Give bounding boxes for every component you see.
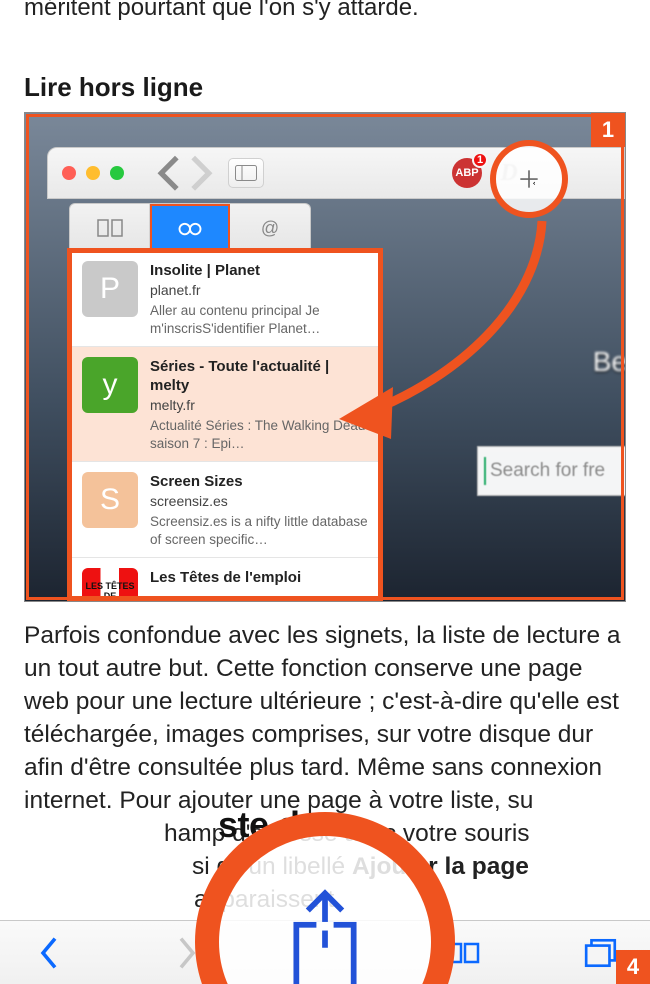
reading-list-panel: P Insolite | Planet planet.fr Aller au cont… [69, 251, 381, 599]
reading-list-item-title: Insolite | Planet [150, 261, 368, 280]
safari-toolbar: ABP 1 D [47, 147, 625, 199]
plus-icon[interactable] [516, 166, 542, 192]
reading-list-thumbnail: P [82, 261, 138, 317]
search-placeholder-text: Search for fre [490, 460, 605, 482]
reading-list-thumbnail: y [82, 357, 138, 413]
back-button[interactable] [156, 160, 182, 186]
adblock-label: ABP [455, 167, 478, 179]
figure-badge-1: 1 [591, 113, 625, 147]
reading-list-tab[interactable] [150, 204, 230, 251]
reading-list-item[interactable]: LES TÊTES DE L'EMPLOI Les Têtes de l'empl… [70, 558, 380, 602]
adblock-icon[interactable]: ABP 1 [452, 158, 482, 188]
reading-list-item-excerpt: Screensiz.es is a nifty little database … [150, 513, 368, 549]
reading-list-thumbnail: S [82, 472, 138, 528]
sidebar-tabs: @ [69, 203, 311, 251]
shared-links-tab[interactable]: @ [230, 204, 310, 251]
close-window-button[interactable] [62, 166, 76, 180]
add-to-reading-list-highlight [490, 140, 568, 218]
reading-list-item-domain: screensiz.es [150, 493, 368, 509]
reading-list-item[interactable]: P Insolite | Planet planet.fr Aller au cont… [70, 251, 380, 347]
background-search-input[interactable]: Search for fre [477, 446, 626, 496]
reading-list-item-title: Séries - Toute l'actualité | melty [150, 357, 368, 395]
safari-window: ABP 1 D [47, 147, 625, 591]
sidebar-toggle-button[interactable] [228, 158, 264, 188]
figure-1: ABP 1 D [24, 112, 626, 602]
forward-button[interactable] [188, 160, 214, 186]
minimize-window-button[interactable] [86, 166, 100, 180]
adblock-badge: 1 [472, 152, 488, 168]
truncated-previous-paragraph: méritent pourtant que l'on s'y attarde. [24, 0, 626, 24]
zoom-window-button[interactable] [110, 166, 124, 180]
page-background-blurred: Be Search for fre [381, 251, 625, 591]
reading-list-item-domain: melty.fr [150, 397, 368, 413]
background-partial-word: Be [593, 346, 626, 378]
section-heading: Lire hors ligne [24, 72, 203, 103]
reading-list-item-excerpt: Actualité Séries : The Walking Dead sais… [150, 417, 368, 453]
reading-list-item-title: Screen Sizes [150, 472, 368, 491]
back-button[interactable] [26, 933, 72, 973]
reading-list-item[interactable]: y Séries - Toute l'actualité | melty melty… [70, 347, 380, 462]
reading-list-item-excerpt: Aller au contenu principal Je m'inscrisS… [150, 302, 368, 338]
reading-list-item[interactable]: S Screen Sizes screensiz.es Screensiz.es is… [70, 462, 380, 558]
svg-text:@: @ [261, 218, 279, 238]
reading-list-item-domain: planet.fr [150, 282, 368, 298]
reading-list-thumbnail: LES TÊTES DE L'EMPLOI [82, 568, 138, 602]
figure-badge-4: 4 [616, 950, 650, 984]
share-icon[interactable] [282, 887, 368, 984]
window-controls [62, 166, 124, 180]
bookmarks-tab[interactable] [70, 204, 150, 251]
reading-list-item-title: Les Têtes de l'emploi [150, 568, 368, 587]
